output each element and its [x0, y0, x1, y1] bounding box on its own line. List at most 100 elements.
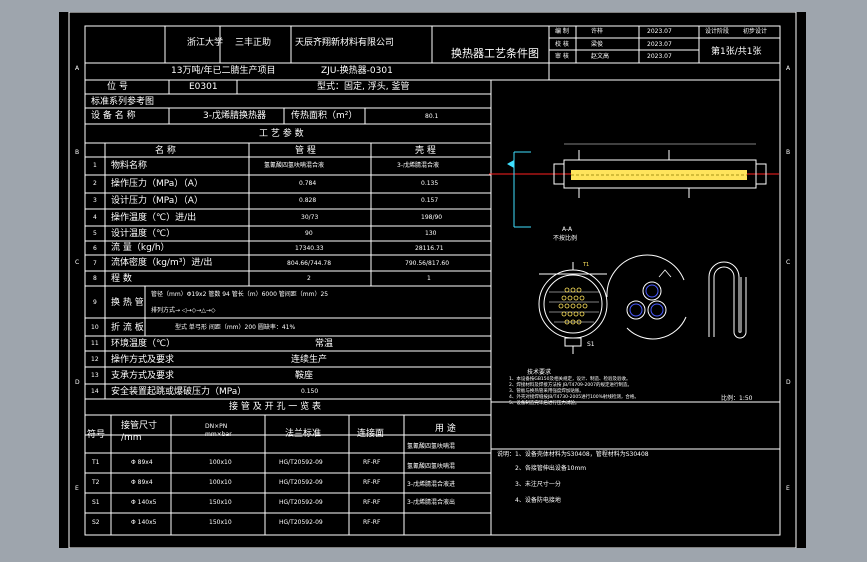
- nozzle-size: Φ 89x4: [131, 459, 153, 466]
- tech-note: 2、焊接材料及焊接方法按 JB/T4709-2007的规定进行制造。: [509, 383, 632, 388]
- nozzle-col-face: 连接面: [357, 429, 385, 439]
- frame-letter-left-a: A: [75, 65, 80, 72]
- row-name: 物料名称: [111, 161, 148, 171]
- frame-letter-left-b: B: [75, 149, 80, 156]
- role-3-date: 2023.07: [647, 53, 672, 60]
- role-3-name: 赵文高: [591, 53, 610, 60]
- nozzle-col-flange: 法兰标准: [285, 429, 322, 439]
- row-tube: 0.828: [299, 197, 317, 204]
- nozzle-dn: 100x10: [209, 479, 232, 486]
- nozzle-flange: HG/T20592-09: [279, 519, 323, 526]
- type-label: 型式：固定, 浮头, 釜管: [317, 82, 410, 92]
- col-name: 名 称: [155, 146, 176, 156]
- extra-value: 0.150: [301, 388, 319, 395]
- row-no: 3: [93, 197, 97, 204]
- row-no: 6: [93, 245, 97, 252]
- note-line: 3、未注尺寸一分: [515, 481, 561, 488]
- drawing-number: ZJU-换热器-0301: [321, 66, 393, 76]
- extra-value: 连续生产: [291, 355, 328, 365]
- extra-value: 常温: [315, 339, 334, 349]
- drawing-title: 换热器工艺条件图: [451, 47, 539, 60]
- col-tube: 管 程: [295, 146, 316, 156]
- project-label: 13万吨/年已二腈生产项目: [171, 66, 276, 76]
- row-shell: 3-戊烯腈混合液: [397, 162, 439, 169]
- note-line: 说明：1、设备壳体材料为S30408，管程材料为S30408: [497, 451, 649, 458]
- nozzle-col-sym: 符号: [87, 430, 106, 440]
- nozzle-flange: HG/T20592-09: [279, 479, 323, 486]
- extra-value: 鞍座: [295, 371, 314, 381]
- frame-letter-left-c: C: [75, 259, 80, 266]
- row-tube: 0.784: [299, 180, 317, 187]
- stage-label: 设计阶段: [705, 28, 730, 35]
- company-name: 天辰齐翔新材料有限公司: [295, 38, 395, 48]
- role-1-date: 2023.07: [647, 28, 672, 35]
- row-shell: 198/90: [421, 214, 443, 221]
- row-tube: 804.66/744.78: [287, 260, 332, 267]
- nozzle-dn: 150x10: [209, 519, 232, 526]
- baffle-value: 型式 单弓形 间距（mm）200 圆缺率：41%: [175, 324, 296, 331]
- frame-letter-right-e: E: [786, 485, 790, 492]
- row-no: 2: [93, 180, 97, 187]
- row-tube: 30/73: [301, 214, 319, 221]
- row-no: 5: [93, 230, 97, 237]
- area-value: 80.1: [425, 113, 439, 120]
- nozzle-face: RF-RF: [363, 499, 381, 506]
- nozzle-face: RF-RF: [363, 519, 381, 526]
- row-tube: 氢氰酸四氢呋喃混合液: [264, 162, 325, 169]
- tech-note: 5、设备制造完毕后进行压力试验。: [509, 401, 580, 406]
- nozzle-size: Φ 140x5: [131, 519, 157, 526]
- row-no: 7: [93, 260, 97, 267]
- row-shell: 130: [425, 230, 437, 237]
- row-tube: 2: [307, 275, 311, 282]
- tube-row-no: 9: [93, 299, 97, 306]
- nozzle-title: 接 管 及 开 孔 一 览 表: [229, 402, 322, 412]
- note-line: 2、各接管伸出设备10mm: [515, 465, 587, 472]
- position-label: 位 号: [107, 82, 128, 92]
- baffle-label: 折 流 板: [111, 323, 144, 333]
- nozzle-col-dn: DN×PN mm×bar: [205, 423, 232, 439]
- nozzle-face: RF-RF: [363, 479, 381, 486]
- frame-letter-right-b: B: [786, 149, 791, 156]
- tech-title: 技术要求: [527, 369, 552, 376]
- role-2: 校 核: [555, 41, 569, 48]
- baffle-no: 10: [91, 324, 99, 331]
- row-name: 程 数: [111, 274, 132, 284]
- nozzle-dn: 100x10: [209, 459, 232, 466]
- row-no: 8: [93, 275, 97, 282]
- role-2-date: 2023.07: [647, 41, 672, 48]
- reference-label: 标准系列参考图: [91, 97, 155, 107]
- row-name: 操作温度（℃）进/出: [111, 213, 197, 223]
- col-shell: 壳 程: [415, 146, 436, 156]
- frame-letter-right-c: C: [786, 259, 791, 266]
- nozzle-dn: 150x10: [209, 499, 232, 506]
- designer-name: 三丰正助: [235, 38, 272, 48]
- row-tube: 90: [305, 230, 313, 237]
- dim-mark: T1: [583, 262, 590, 268]
- row-shell: 1: [427, 275, 431, 282]
- nozzle-face: RF-RF: [363, 459, 381, 466]
- row-shell: 28116.71: [415, 245, 444, 252]
- nozzle-s1-label: S1: [587, 341, 595, 348]
- tech-note: 4、外壳对接焊缝按JB/T4730-2005进行100%射线检测，合格。: [509, 395, 639, 400]
- note-line: 4、设备防电接地: [515, 497, 561, 504]
- equipment-value: 3-戊烯腈换热器: [203, 111, 266, 121]
- nozzle-col-size: 接管尺寸 /mm: [121, 421, 158, 443]
- area-label: 传热面积（m²）: [291, 111, 358, 121]
- row-no: 4: [93, 214, 97, 221]
- row-no: 1: [93, 162, 97, 169]
- extra-no: 13: [91, 372, 99, 379]
- role-1-name: 许梓: [591, 28, 604, 35]
- extra-name: 操作方式及要求: [111, 355, 175, 365]
- row-name: 设计压力（MPa）（A）: [111, 196, 203, 206]
- extra-name: 安全装置起跳或爆破压力（MPa）: [111, 387, 247, 397]
- nozzle-sym: S1: [92, 499, 100, 506]
- extra-no: 11: [91, 340, 99, 347]
- sheet-count: 第1张/共1张: [711, 47, 762, 57]
- process-title: 工 艺 参 数: [259, 129, 304, 139]
- frame-letter-right-a: A: [786, 65, 791, 72]
- frame-letter-right-d: D: [786, 379, 791, 386]
- nozzle-flange: HG/T20592-09: [279, 499, 323, 506]
- drawing-sheet: A B C D E A B C D E 浙江大学 三丰正助 天辰齐翔新材料有限公…: [59, 12, 806, 548]
- row-shell: 790.56/817.60: [405, 260, 450, 267]
- role-2-name: 梁俊: [591, 41, 604, 48]
